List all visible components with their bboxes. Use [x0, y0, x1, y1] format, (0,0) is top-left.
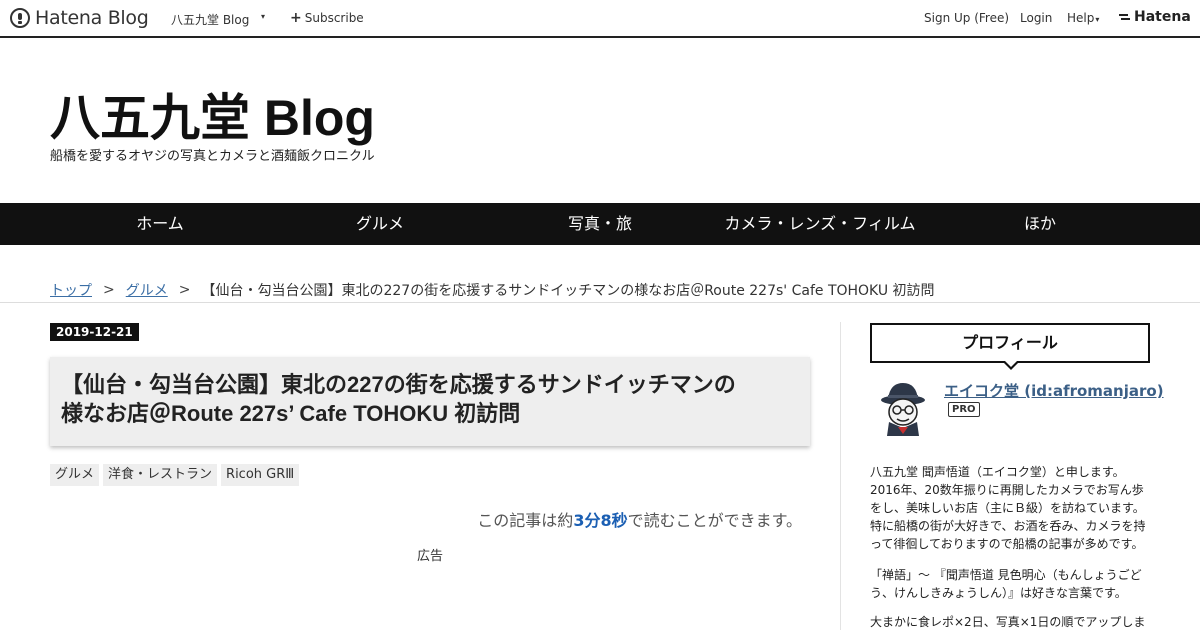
- login-link[interactable]: Login: [1020, 11, 1052, 25]
- category-tag[interactable]: 洋食・レストラン: [103, 464, 218, 486]
- help-menu[interactable]: Help▾: [1067, 11, 1099, 25]
- profile-bio-line: 八五九堂 聞声悟道（エイコク堂）と申します。: [870, 465, 1125, 479]
- breadcrumb: トップ > グルメ > 【仙台・勾当台公園】東北の227の街を応援するサンドイッ…: [50, 280, 935, 300]
- plus-icon: +: [290, 10, 302, 26]
- profile-bio-zen: 「禅語」～ 『聞声悟道 見色明心（もんしょうごど う、けんしきみょうしん）』は好…: [870, 566, 1152, 602]
- profile-bio-line: をし、美味しいお店（主にＢ級）を訪ねています。: [870, 501, 1145, 515]
- subscribe-label: Subscribe: [304, 11, 364, 25]
- subscribe-button[interactable]: + Subscribe: [290, 10, 364, 26]
- global-header: Hatena Blog 八五九堂 Blog ▾ + Subscribe Sign…: [0, 0, 1200, 38]
- entry-categories: グルメ 洋食・レストラン Ricoh GRⅢ: [50, 464, 300, 486]
- profile-heading-tail-inner: [1004, 360, 1018, 367]
- entry-date[interactable]: 2019-12-21: [50, 323, 139, 341]
- entry-title-line: 様なお店＠Route 227s’ Cafe TOHOKU 初訪問: [61, 401, 521, 426]
- profile-bio: 八五九堂 聞声悟道（エイコク堂）と申します。 2016年、20数年振りに再開した…: [870, 463, 1152, 553]
- header-blog-name[interactable]: 八五九堂 Blog: [171, 11, 249, 28]
- profile-name-link[interactable]: エイコク堂 (id:afromanjaro): [944, 380, 1164, 401]
- breadcrumb-top-link[interactable]: トップ: [50, 280, 92, 300]
- hatena-blog-logo[interactable]: Hatena Blog: [10, 7, 149, 29]
- entry-title[interactable]: 【仙台・勾当台公園】東北の227の街を応援するサンドイッチマンの 様なお店＠Ro…: [61, 370, 801, 428]
- hatena-logo[interactable]: Hatena: [1119, 9, 1191, 25]
- breadcrumb-current: 【仙台・勾当台公園】東北の227の街を応援するサンドイッチマンの様なお店＠Rou…: [201, 283, 935, 299]
- entry-title-line: 【仙台・勾当台公園】東北の227の街を応援するサンドイッチマンの: [61, 372, 736, 397]
- nav-item-other[interactable]: ほか: [920, 203, 1160, 245]
- profile-bio-line: う、けんしきみょうしん）』は好きな言葉です。: [870, 586, 1127, 600]
- help-caret-icon: ▾: [1095, 15, 1100, 24]
- profile-bio-line: 大まかに食レポ×2日、写真×1日の順でアップしま: [870, 615, 1146, 629]
- nav-item-gourmet[interactable]: グルメ: [260, 203, 500, 245]
- reading-time: この記事は約3分8秒で読むことができます。: [477, 507, 802, 531]
- pro-badge[interactable]: PRO: [948, 402, 980, 417]
- reading-time-prefix: この記事は約: [477, 511, 574, 530]
- reading-time-value: 3分8秒: [573, 511, 628, 530]
- breadcrumb-category-link[interactable]: グルメ: [126, 280, 168, 300]
- global-nav: ホーム グルメ 写真・旅 カメラ・レンズ・フィルム ほか: [0, 203, 1200, 245]
- nav-item-camera-lens-film[interactable]: カメラ・レンズ・フィルム: [700, 203, 940, 245]
- avatar-hat-glasses-icon[interactable]: [872, 378, 934, 440]
- signup-link[interactable]: Sign Up (Free): [924, 11, 1009, 25]
- profile-heading: プロフィール: [870, 323, 1150, 363]
- reading-time-suffix: で読むことができます。: [627, 511, 802, 530]
- profile-bio-line: 特に船橋の街が大好きで、お酒を呑み、カメラを持: [870, 519, 1146, 533]
- hatena-blog-logo-icon: [10, 8, 30, 28]
- chevron-down-icon[interactable]: ▾: [261, 12, 265, 21]
- profile-bio-line: 2016年、20数年振りに再開したカメラでお写ん歩: [870, 483, 1144, 497]
- ad-label: 広告: [417, 549, 444, 564]
- profile-bio-line: 「禅語」～ 『聞声悟道 見色明心（もんしょうごど: [870, 568, 1142, 582]
- column-divider: [840, 322, 841, 630]
- nav-item-home[interactable]: ホーム: [40, 203, 280, 245]
- breadcrumb-separator: >: [103, 282, 115, 298]
- blog-description: 船橋を愛するオヤジの写真とカメラと酒麺飯クロニクル: [50, 149, 375, 164]
- hatena-mark-icon: [1119, 13, 1131, 22]
- blog-title[interactable]: 八五九堂 Blog: [50, 78, 375, 150]
- nav-item-photo-travel[interactable]: 写真・旅: [480, 203, 720, 245]
- profile-bio-schedule: 大まかに食レポ×2日、写真×1日の順でアップしま: [870, 613, 1152, 630]
- hatena-logo-text: Hatena: [1134, 9, 1191, 25]
- hatena-blog-logo-text: Hatena Blog: [35, 7, 149, 29]
- help-label: Help: [1067, 11, 1095, 25]
- profile-bio-line: って徘徊しておりますので船橋の記事が多めです。: [870, 537, 1144, 551]
- divider: [0, 302, 1200, 303]
- breadcrumb-separator: >: [178, 282, 191, 298]
- category-tag[interactable]: グルメ: [50, 464, 100, 486]
- entry-title-box: 【仙台・勾当台公園】東北の227の街を応援するサンドイッチマンの 様なお店＠Ro…: [50, 357, 810, 446]
- category-tag[interactable]: Ricoh GRⅢ: [221, 464, 300, 486]
